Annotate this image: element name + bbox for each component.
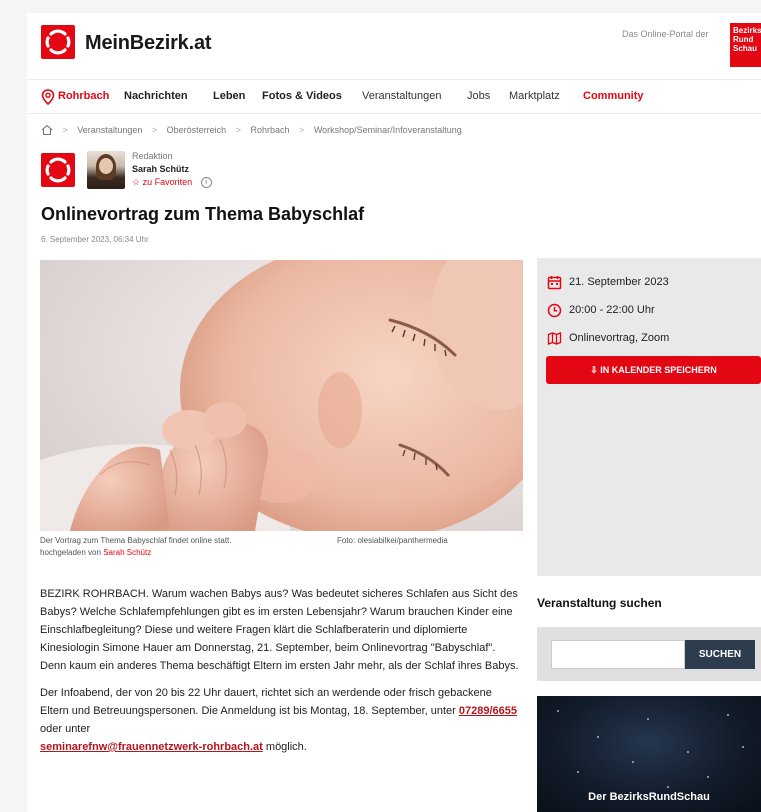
nav-item-marktplatz[interactable]: Marktplatz bbox=[509, 90, 560, 102]
download-icon: ⇩ bbox=[590, 365, 601, 375]
nav-item-fotos-videos[interactable]: Fotos & Videos bbox=[262, 90, 342, 102]
event-location: Onlinevortrag, Zoom bbox=[569, 332, 670, 344]
article-title: Onlinevortrag zum Thema Babyschlaf bbox=[41, 204, 365, 224]
map-icon bbox=[547, 332, 562, 345]
nav-item-leben[interactable]: Leben bbox=[213, 90, 245, 102]
location-pin-icon bbox=[41, 89, 55, 105]
uploaded-by-link[interactable]: Sarah Schütz bbox=[103, 548, 151, 557]
photo-credit: Foto: olesiabilkei/panthermedia bbox=[337, 536, 448, 545]
event-search-title: Veranstaltung suchen bbox=[537, 596, 662, 610]
logo-icon[interactable] bbox=[41, 25, 75, 59]
clock-icon bbox=[547, 303, 562, 318]
article-body: BEZIRK ROHRBACH. Warum wachen Babys aus?… bbox=[40, 585, 522, 765]
nav-location[interactable]: Rohrbach bbox=[58, 90, 109, 102]
promo-text: Der BezirksRundSchau bbox=[588, 791, 710, 803]
phone-link[interactable]: 07289/6655 bbox=[459, 705, 517, 717]
calendar-icon bbox=[547, 276, 562, 290]
breadcrumb-separator: > bbox=[299, 125, 305, 135]
event-search-input[interactable] bbox=[551, 640, 685, 669]
site-header: MeinBezirk.at Das Online-Portal der Bezi… bbox=[27, 13, 761, 80]
breadcrumb-item[interactable]: Rohrbach bbox=[250, 125, 289, 135]
nav-item-veranstaltungen[interactable]: Veranstaltungen bbox=[362, 90, 442, 102]
breadcrumb-separator: > bbox=[235, 125, 241, 135]
uploaded-by-label: hochgeladen von bbox=[40, 548, 101, 557]
breadcrumb-item[interactable]: Workshop/Seminar/Infoveranstaltung bbox=[314, 125, 462, 135]
email-link[interactable]: seminarefnw@frauennetzwerk-rohrbach.at bbox=[40, 741, 263, 753]
logo-text[interactable]: MeinBezirk.at bbox=[85, 32, 212, 55]
nav-item-jobs[interactable]: Jobs bbox=[467, 90, 490, 102]
paragraph-text: Der Infoabend, der von 20 bis 22 Uhr dau… bbox=[40, 687, 492, 717]
author-name[interactable]: Sarah Schütz bbox=[132, 164, 189, 174]
breadcrumb-item[interactable]: Veranstaltungen bbox=[77, 125, 142, 135]
calendar-button-label: IN KALENDER SPEICHERN bbox=[600, 365, 717, 375]
portal-text: Das Online-Portal der bbox=[622, 29, 709, 39]
article-paragraph: Der Infoabend, der von 20 bis 22 Uhr dau… bbox=[40, 684, 522, 756]
caption-text: Der Vortrag zum Thema Babyschlaf findet … bbox=[40, 536, 232, 545]
promo-banner[interactable]: Der BezirksRundSchau bbox=[537, 696, 761, 812]
nav-item-community[interactable]: Community bbox=[583, 90, 644, 102]
event-details-box: 21. September 2023 20:00 - 22:00 Uhr Onl… bbox=[537, 258, 761, 576]
author-avatar[interactable] bbox=[87, 151, 125, 189]
page: MeinBezirk.at Das Online-Portal der Bezi… bbox=[27, 13, 761, 812]
event-search-panel: SUCHEN bbox=[537, 627, 761, 681]
nav-item-nachrichten[interactable]: Nachrichten bbox=[124, 90, 188, 102]
paragraph-text: oder unter bbox=[40, 723, 91, 735]
info-icon[interactable]: i bbox=[200, 177, 212, 189]
paragraph-text: möglich. bbox=[262, 741, 307, 753]
main-nav: Rohrbach Nachrichten Leben Fotos & Video… bbox=[27, 80, 761, 114]
search-button[interactable]: SUCHEN bbox=[685, 640, 755, 669]
add-favorite-button[interactable]: ☆ zu Favoriten i bbox=[132, 177, 212, 189]
home-icon[interactable] bbox=[41, 124, 53, 136]
event-time: 20:00 - 22:00 Uhr bbox=[569, 304, 655, 316]
breadcrumb-separator: > bbox=[151, 125, 158, 135]
author-role: Redaktion bbox=[132, 151, 173, 161]
breadcrumb-item[interactable]: Oberösterreich bbox=[167, 125, 227, 135]
editorial-logo-icon[interactable] bbox=[41, 153, 75, 187]
event-date: 21. September 2023 bbox=[569, 276, 669, 288]
favorite-label: zu Favoriten bbox=[142, 177, 193, 187]
breadcrumb-separator: > bbox=[62, 125, 68, 135]
star-icon: ☆ bbox=[132, 177, 141, 187]
breadcrumb: > Veranstaltungen > Oberösterreich > Roh… bbox=[41, 124, 462, 138]
save-to-calendar-button[interactable]: ⇩ IN KALENDER SPEICHERN bbox=[546, 356, 761, 384]
article-image[interactable] bbox=[40, 260, 523, 531]
bezirksrundschau-logo[interactable]: Bezirks Rund Schau bbox=[730, 23, 761, 67]
article-paragraph: BEZIRK ROHRBACH. Warum wachen Babys aus?… bbox=[40, 588, 519, 672]
image-caption: Der Vortrag zum Thema Babyschlaf findet … bbox=[40, 535, 523, 559]
article-date: 6. September 2023, 06:34 Uhr bbox=[41, 235, 149, 244]
